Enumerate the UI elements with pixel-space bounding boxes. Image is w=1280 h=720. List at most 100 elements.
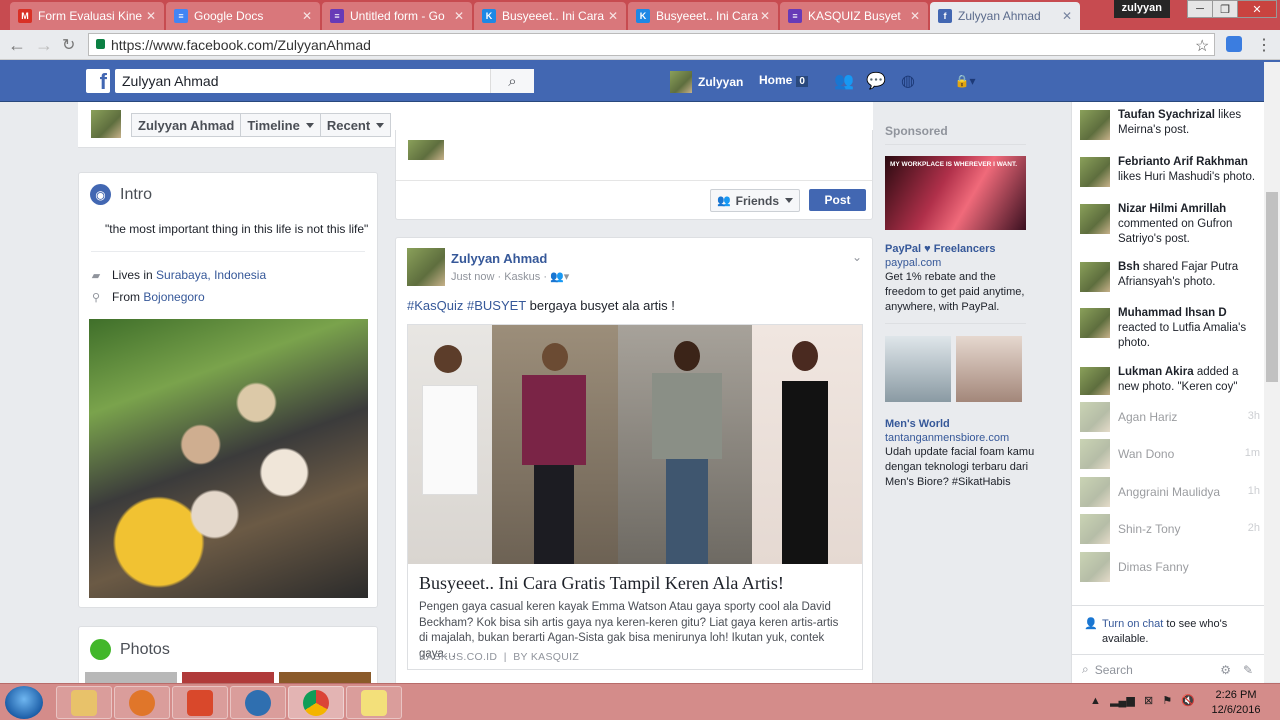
chat-contact-list: Agan Hariz 3h Wan Dono 1m Anggraini Maul… <box>1071 398 1264 605</box>
home-label: Home <box>759 73 793 87</box>
chat-contact[interactable]: Wan Dono 1m <box>1080 439 1260 469</box>
close-icon[interactable]: ✕ <box>608 9 618 23</box>
chat-contact[interactable]: Shin-z Tony 2h <box>1080 514 1260 544</box>
photos-title[interactable]: Photos <box>120 641 170 659</box>
tab-title: Busyeeet.. Ini Cara <box>656 9 759 23</box>
turn-on-chat-link[interactable]: Turn on chat <box>1102 618 1163 630</box>
gear-icon[interactable]: ⚙ <box>1220 663 1231 677</box>
browser-tab[interactable]: ≡ KASQUIZ Busyet ✕ <box>780 2 928 30</box>
system-clock[interactable]: 2:26 PM 12/6/2016 <box>1206 688 1266 718</box>
ad-banner-text: MY WORKPLACE IS WHEREVER I WANT. <box>890 161 1017 168</box>
browser-tab[interactable]: M Form Evaluasi Kine ✕ <box>10 2 164 30</box>
close-icon[interactable]: ✕ <box>910 9 920 23</box>
browser-menu-icon[interactable]: ⋮ <box>1256 35 1272 55</box>
ticker-item[interactable]: Lukman Akira added a new photo. "Keren c… <box>1080 365 1260 395</box>
audience-selector-button[interactable]: 👥 Friends <box>710 189 800 212</box>
close-icon[interactable]: ✕ <box>1062 9 1072 23</box>
bookmark-star-icon[interactable]: ☆ <box>1195 36 1209 56</box>
ad-image[interactable]: MY WORKPLACE IS WHEREVER I WANT. <box>885 156 1026 230</box>
lives-city-link[interactable]: Surabaya, Indonesia <box>156 268 266 282</box>
chevron-down-icon[interactable]: ⌄ <box>852 250 862 264</box>
facebook-logo-icon[interactable]: f <box>86 69 110 93</box>
scrollbar-thumb[interactable] <box>1266 192 1278 382</box>
taskbar-app[interactable] <box>288 686 344 719</box>
image-panel <box>618 325 752 564</box>
maximize-icon[interactable]: ❐ <box>1212 0 1238 18</box>
post-author-link[interactable]: Zulyyan Ahmad <box>451 251 547 266</box>
ad-title-link[interactable]: Men's World <box>885 418 950 430</box>
post-time[interactable]: Just now <box>451 271 494 283</box>
reload-icon[interactable]: ↻ <box>62 35 75 55</box>
featured-photo[interactable] <box>89 319 368 598</box>
link-title[interactable]: Busyeeet.. Ini Cara Gratis Tampil Keren … <box>419 573 784 594</box>
activity-ticker: Taufan Syachrizal likes Meirna's post. F… <box>1071 102 1264 398</box>
search-icon[interactable]: ⌕ <box>490 69 534 93</box>
avatar[interactable] <box>91 110 121 138</box>
account-menu-icon[interactable]: 🔒▾ <box>948 72 982 90</box>
network-icon[interactable]: ⊠ <box>1144 695 1153 707</box>
last-active: 2h <box>1247 522 1260 534</box>
post-button[interactable]: Post <box>809 189 866 211</box>
url-input[interactable]: https://www.facebook.com/ZulyyanAhmad <box>88 33 1215 56</box>
volume-icon[interactable]: 🔇 <box>1181 695 1195 707</box>
divider <box>885 323 1026 324</box>
chat-contact[interactable]: Dimas Fanny <box>1080 552 1260 582</box>
ad-url[interactable]: paypal.com <box>885 257 941 269</box>
taskbar-app[interactable] <box>56 686 112 719</box>
browser-tab-active[interactable]: f Zulyyan Ahmad ✕ <box>930 2 1080 30</box>
powerpoint-icon <box>187 689 213 716</box>
chat-search-input[interactable]: ⌕ Search ⚙ ✎ <box>1072 654 1265 684</box>
audience-friends-icon[interactable]: 👥▾ <box>550 271 569 283</box>
link-by: BY KASQUIZ <box>513 651 580 663</box>
profile-name-link[interactable]: Zulyyan Ahmad <box>132 114 242 136</box>
compose-icon[interactable]: ✎ <box>1243 663 1253 677</box>
close-icon[interactable]: ✕ <box>454 9 464 23</box>
taskbar-app[interactable] <box>346 686 402 719</box>
page-scrollbar[interactable] <box>1264 62 1280 682</box>
signal-icon[interactable]: ▂▄▆ <box>1110 695 1135 707</box>
home-link[interactable]: Home 0 <box>759 73 808 87</box>
windows-start-icon[interactable] <box>5 686 43 719</box>
browser-tab[interactable]: K Busyeeet.. Ini Cara ✕ <box>474 2 626 30</box>
link-preview-card[interactable]: Busyeeet.. Ini Cara Gratis Tampil Keren … <box>407 324 863 670</box>
close-icon[interactable]: ✕ <box>146 9 156 23</box>
back-icon[interactable]: ← <box>8 35 26 56</box>
recent-dropdown[interactable]: Recent <box>321 114 390 136</box>
chat-contact[interactable]: Agan Hariz 3h <box>1080 402 1260 432</box>
address-bar-row: ← → ↻ https://www.facebook.com/ZulyyanAh… <box>0 30 1280 60</box>
extension-icon[interactable] <box>1226 36 1242 52</box>
lives-prefix: Lives in <box>112 268 153 282</box>
facebook-search-input[interactable]: Zulyyan Ahmad ⌕ <box>115 69 534 93</box>
post-via[interactable]: Kaskus <box>504 271 540 283</box>
browser-tab[interactable]: ≡ Untitled form - Go ✕ <box>322 2 472 30</box>
lock-icon <box>96 39 105 49</box>
timeline-dropdown[interactable]: Timeline <box>241 114 321 136</box>
friend-requests-icon[interactable]: 👥 <box>834 72 854 90</box>
forward-icon[interactable]: → <box>35 35 53 56</box>
close-window-icon[interactable]: ✕ <box>1237 0 1277 18</box>
taskbar-app[interactable] <box>230 686 286 719</box>
browser-profile-chip[interactable]: zulyyan <box>1113 0 1170 18</box>
ad-image[interactable] <box>956 336 1022 402</box>
tray-arrow-icon[interactable]: ▲ <box>1090 695 1101 707</box>
browser-tab[interactable]: K Busyeeet.. Ini Cara ✕ <box>628 2 778 30</box>
avatar <box>1080 110 1110 140</box>
close-icon[interactable]: ✕ <box>302 9 312 23</box>
messages-icon[interactable]: 💬 <box>866 72 886 90</box>
ad-image[interactable] <box>885 336 951 402</box>
browser-tab[interactable]: ≡ Google Docs ✕ <box>166 2 320 30</box>
flag-icon[interactable]: ⚑ <box>1162 695 1172 707</box>
from-city-link[interactable]: Bojonegoro <box>143 290 204 304</box>
hashtag-link[interactable]: #BUSYET <box>467 298 526 313</box>
taskbar-app[interactable] <box>172 686 228 719</box>
chat-contact[interactable]: Anggraini Maulidya 1h <box>1080 477 1260 507</box>
minimize-icon[interactable]: ─ <box>1187 0 1213 18</box>
close-icon[interactable]: ✕ <box>760 9 770 23</box>
hashtag-link[interactable]: #KasQuiz <box>407 298 463 313</box>
taskbar-app[interactable] <box>114 686 170 719</box>
profile-shortcut[interactable]: Zulyyan <box>670 71 743 93</box>
ad-title-link[interactable]: PayPal ♥ Freelancers <box>885 243 996 255</box>
avatar[interactable] <box>407 248 445 286</box>
ad-url[interactable]: tantanganmensbiore.com <box>885 432 1009 444</box>
notifications-globe-icon[interactable]: ◍ <box>898 72 918 90</box>
